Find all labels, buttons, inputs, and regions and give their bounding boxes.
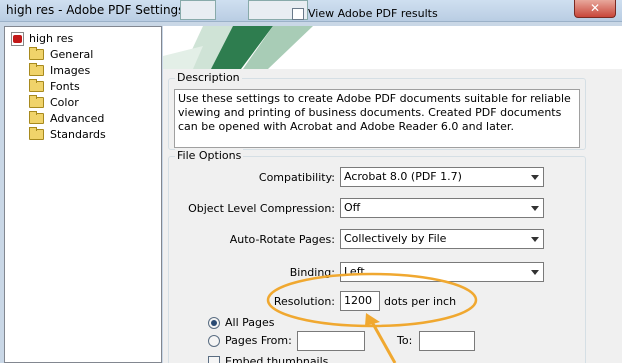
- banner-graphic: [163, 26, 622, 69]
- background-checkbox-label: View Adobe PDF results: [308, 7, 438, 20]
- description-text: Use these settings to create Adobe PDF d…: [174, 89, 580, 148]
- folder-icon: [29, 79, 44, 92]
- close-icon: ✕: [589, 1, 601, 15]
- all-pages-label: All Pages: [225, 316, 275, 329]
- pdf-settings-icon: [11, 32, 24, 46]
- folder-icon: [29, 47, 44, 60]
- tree-item-label: Color: [50, 96, 79, 109]
- tree-item-label: Images: [50, 64, 91, 77]
- all-pages-radio[interactable]: [208, 317, 220, 329]
- chevron-down-icon: [531, 270, 539, 275]
- tree-item-label: Standards: [50, 128, 106, 141]
- background-window-fragment: [180, 0, 216, 20]
- resolution-label: Resolution:: [273, 295, 335, 308]
- pages-to-label: To:: [397, 334, 413, 347]
- binding-label: Binding:: [289, 266, 335, 279]
- description-heading: Description: [175, 71, 242, 84]
- object-compression-value: Off: [344, 201, 361, 214]
- background-checkbox-fragment: [292, 8, 304, 20]
- close-button[interactable]: ✕: [574, 0, 616, 18]
- embed-thumbnails-checkbox[interactable]: [208, 356, 220, 363]
- pages-to-input[interactable]: [419, 331, 475, 351]
- folder-icon: [29, 95, 44, 108]
- description-group: Description Use these settings to create…: [168, 71, 586, 150]
- window-title: high res - Adobe PDF Settings: [6, 3, 185, 17]
- folder-icon: [29, 127, 44, 140]
- chevron-down-icon: [531, 206, 539, 211]
- binding-value: Left: [344, 265, 365, 278]
- file-options-heading: File Options: [175, 149, 244, 162]
- object-compression-select[interactable]: Off: [340, 198, 544, 218]
- compatibility-select[interactable]: Acrobat 8.0 (PDF 1.7): [340, 167, 544, 187]
- pages-from-label: Pages From:: [225, 334, 292, 347]
- tree-item-label: General: [50, 48, 94, 61]
- file-options-group: File Options: [168, 149, 586, 363]
- embed-thumbnails-label: Embed thumbnails: [225, 355, 329, 363]
- auto-rotate-value: Collectively by File: [344, 232, 447, 245]
- settings-panel: Description Use these settings to create…: [163, 26, 622, 363]
- header-banner: [163, 26, 622, 69]
- tree-item-label: Advanced: [50, 112, 105, 125]
- tree-item-label: high res: [29, 32, 74, 45]
- resolution-value: 1200: [344, 294, 372, 307]
- pages-from-radio[interactable]: [208, 335, 220, 347]
- resolution-input[interactable]: 1200: [340, 291, 380, 311]
- binding-select[interactable]: Left: [340, 262, 544, 282]
- compatibility-value: Acrobat 8.0 (PDF 1.7): [344, 170, 462, 183]
- folder-icon: [29, 63, 44, 76]
- tree-item-label: Fonts: [50, 80, 80, 93]
- folder-icon: [29, 111, 44, 124]
- auto-rotate-select[interactable]: Collectively by File: [340, 229, 544, 249]
- object-compression-label: Object Level Compression:: [188, 202, 335, 215]
- compatibility-label: Compatibility:: [258, 171, 335, 184]
- resolution-unit: dots per inch: [384, 295, 457, 308]
- title-bar: high res - Adobe PDF Settings View Adobe…: [0, 0, 622, 22]
- auto-rotate-label: Auto-Rotate Pages:: [229, 233, 335, 246]
- settings-tree: high res General Images Fonts Color Adva…: [4, 26, 162, 363]
- chevron-down-icon: [531, 237, 539, 242]
- chevron-down-icon: [531, 175, 539, 180]
- pages-from-input[interactable]: [297, 331, 365, 351]
